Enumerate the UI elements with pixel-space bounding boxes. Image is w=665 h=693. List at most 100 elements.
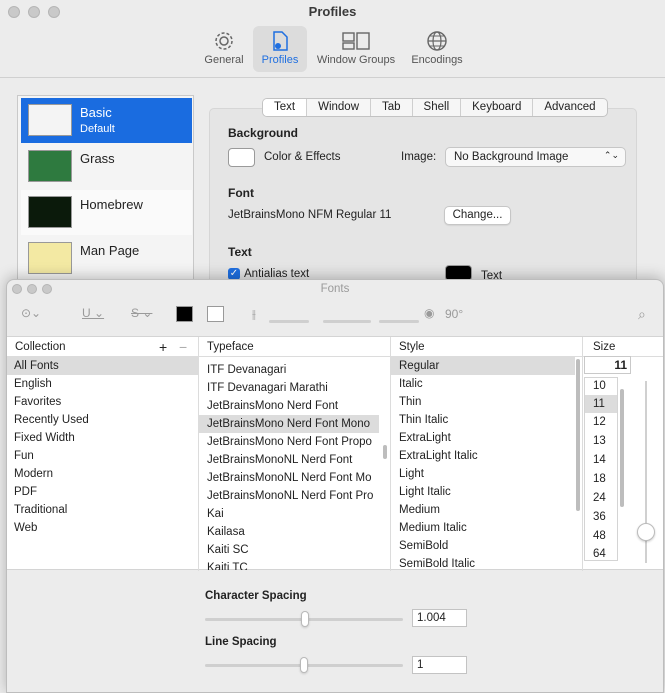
style-item[interactable]: Regular bbox=[391, 357, 575, 375]
size-item[interactable]: 10 bbox=[585, 377, 617, 395]
search-icon[interactable]: ⌕ bbox=[638, 306, 646, 323]
profiles-list[interactable]: Basic Default Grass Homebrew Man Page bbox=[17, 95, 194, 295]
size-slider-knob[interactable] bbox=[637, 523, 655, 541]
tab-tab[interactable]: Tab bbox=[371, 99, 413, 116]
change-font-button[interactable]: Change... bbox=[444, 206, 511, 225]
profile-item-grass[interactable]: Grass bbox=[21, 144, 192, 189]
collection-item[interactable]: All Fonts bbox=[7, 357, 198, 375]
style-item[interactable]: Thin Italic bbox=[391, 411, 575, 429]
add-collection-icon[interactable]: + bbox=[159, 339, 167, 355]
remove-collection-icon[interactable]: − bbox=[179, 339, 187, 355]
collection-item[interactable]: PDF bbox=[7, 483, 198, 501]
toolbar-encodings-label: Encodings bbox=[411, 54, 463, 66]
style-item[interactable]: Italic bbox=[391, 375, 575, 393]
profile-item-basic[interactable]: Basic Default bbox=[21, 98, 192, 143]
actions-menu-icon[interactable]: ⊙⌄ bbox=[21, 306, 41, 320]
line-spacing-knob[interactable] bbox=[300, 657, 308, 673]
toolbar-window-groups-label: Window Groups bbox=[316, 54, 396, 66]
background-image-value: No Background Image bbox=[454, 151, 569, 163]
size-item[interactable]: 13 bbox=[585, 432, 617, 450]
size-item[interactable]: 11 bbox=[585, 395, 617, 413]
style-item[interactable]: SemiBold bbox=[391, 537, 575, 555]
style-scrollbar[interactable] bbox=[576, 359, 580, 511]
typeface-item[interactable]: Kai bbox=[199, 505, 379, 523]
style-item[interactable]: Light Italic bbox=[391, 483, 575, 501]
typeface-item[interactable]: JetBrainsMonoNL Nerd Font bbox=[199, 451, 379, 469]
underline-menu-icon[interactable]: U ⌄ bbox=[82, 306, 104, 320]
typeface-item[interactable]: JetBrainsMonoNL Nerd Font Pro bbox=[199, 487, 379, 505]
chevron-updown-icon: ⌃⌄ bbox=[603, 150, 619, 160]
tab-shell[interactable]: Shell bbox=[413, 99, 462, 116]
size-item[interactable]: 24 bbox=[585, 489, 617, 507]
collection-item[interactable]: Fixed Width bbox=[7, 429, 198, 447]
style-item[interactable]: SemiBold Italic bbox=[391, 555, 575, 573]
profile-name: Homebrew bbox=[80, 197, 143, 212]
profile-thumbnail bbox=[28, 196, 72, 228]
style-item[interactable]: Medium Italic bbox=[391, 519, 575, 537]
style-item[interactable]: Thin bbox=[391, 393, 575, 411]
strikethrough-menu-icon[interactable]: S ⌄ bbox=[131, 306, 152, 320]
shadow-angle-dial[interactable]: ◉ bbox=[424, 306, 434, 320]
typeface-scrollbar[interactable] bbox=[383, 445, 387, 459]
size-item[interactable]: 14 bbox=[585, 451, 617, 469]
profile-item-man-page[interactable]: Man Page bbox=[21, 236, 192, 281]
size-field[interactable]: 11 bbox=[584, 356, 631, 374]
profile-thumbnail bbox=[28, 242, 72, 274]
style-item[interactable]: ExtraLight Italic bbox=[391, 447, 575, 465]
typeface-item[interactable]: Kaiti TC bbox=[199, 559, 379, 570]
collection-item[interactable]: Favorites bbox=[7, 393, 198, 411]
tab-keyboard[interactable]: Keyboard bbox=[461, 99, 534, 116]
character-spacing-field[interactable]: 1.004 bbox=[412, 609, 467, 627]
collection-item[interactable]: English bbox=[7, 375, 198, 393]
typeface-item[interactable]: Kaiti SC bbox=[199, 541, 379, 559]
tab-advanced[interactable]: Advanced bbox=[533, 99, 606, 116]
toolbar-general[interactable]: General bbox=[199, 26, 249, 72]
collection-item[interactable]: Recently Used bbox=[7, 411, 198, 429]
shadow-toggle-icon[interactable]: ⫲ bbox=[252, 307, 256, 322]
title-bar: Profiles General Profiles Window Groups … bbox=[0, 0, 665, 78]
document-color-swatch[interactable] bbox=[207, 306, 224, 322]
size-item[interactable]: 64 bbox=[585, 545, 617, 563]
collection-item[interactable]: Traditional bbox=[7, 501, 198, 519]
size-scrollbar[interactable] bbox=[620, 389, 624, 507]
toolbar-general-label: General bbox=[204, 54, 244, 66]
collection-item[interactable]: Fun bbox=[7, 447, 198, 465]
window-groups-icon bbox=[342, 32, 370, 50]
style-item[interactable]: Medium bbox=[391, 501, 575, 519]
column-divider bbox=[582, 337, 583, 571]
size-item[interactable]: 12 bbox=[585, 413, 617, 431]
shadow-blur-slider[interactable] bbox=[323, 320, 371, 323]
style-item[interactable]: ExtraLight bbox=[391, 429, 575, 447]
shadow-opacity-slider[interactable] bbox=[269, 320, 309, 323]
toolbar-profiles[interactable]: Profiles bbox=[253, 26, 307, 72]
toolbar-window-groups[interactable]: Window Groups bbox=[312, 26, 400, 72]
line-spacing-label: Line Spacing bbox=[205, 636, 277, 648]
shadow-offset-slider[interactable] bbox=[379, 320, 419, 323]
profile-item-homebrew[interactable]: Homebrew bbox=[21, 190, 192, 235]
typeface-item[interactable]: JetBrainsMono Nerd Font Propo bbox=[199, 433, 379, 451]
typeface-item[interactable]: JetBrainsMono Nerd Font Mono bbox=[199, 415, 379, 433]
style-item[interactable]: Light bbox=[391, 465, 575, 483]
typeface-item[interactable]: ITF Devanagari bbox=[199, 361, 379, 379]
globe-icon bbox=[427, 31, 447, 51]
background-image-popup[interactable]: No Background Image ⌃⌄ bbox=[445, 147, 626, 167]
typeface-item[interactable]: ITF Devanagari Marathi bbox=[199, 379, 379, 397]
font-browser: Collection + − Typeface Style Size All F… bbox=[7, 336, 663, 573]
collection-item[interactable]: Modern bbox=[7, 465, 198, 483]
character-spacing-knob[interactable] bbox=[301, 611, 309, 627]
typeface-item[interactable]: Kailasa bbox=[199, 523, 379, 541]
tab-text[interactable]: Text bbox=[263, 99, 308, 116]
tab-window[interactable]: Window bbox=[307, 99, 371, 116]
size-item[interactable]: 48 bbox=[585, 527, 617, 545]
toolbar-encodings[interactable]: Encodings bbox=[406, 26, 468, 72]
collection-item[interactable]: Web bbox=[7, 519, 198, 537]
typeface-item[interactable]: JetBrainsMono Nerd Font bbox=[199, 397, 379, 415]
line-spacing-field[interactable]: 1 bbox=[412, 656, 467, 674]
size-item[interactable]: 36 bbox=[585, 508, 617, 526]
typeface-item[interactable]: JetBrainsMonoNL Nerd Font Mo bbox=[199, 469, 379, 487]
profile-default-label: Default bbox=[80, 123, 115, 135]
size-item[interactable]: 18 bbox=[585, 470, 617, 488]
background-color-well[interactable] bbox=[228, 148, 255, 167]
text-color-swatch[interactable] bbox=[176, 306, 193, 322]
shadow-angle-value: 90° bbox=[445, 307, 464, 321]
